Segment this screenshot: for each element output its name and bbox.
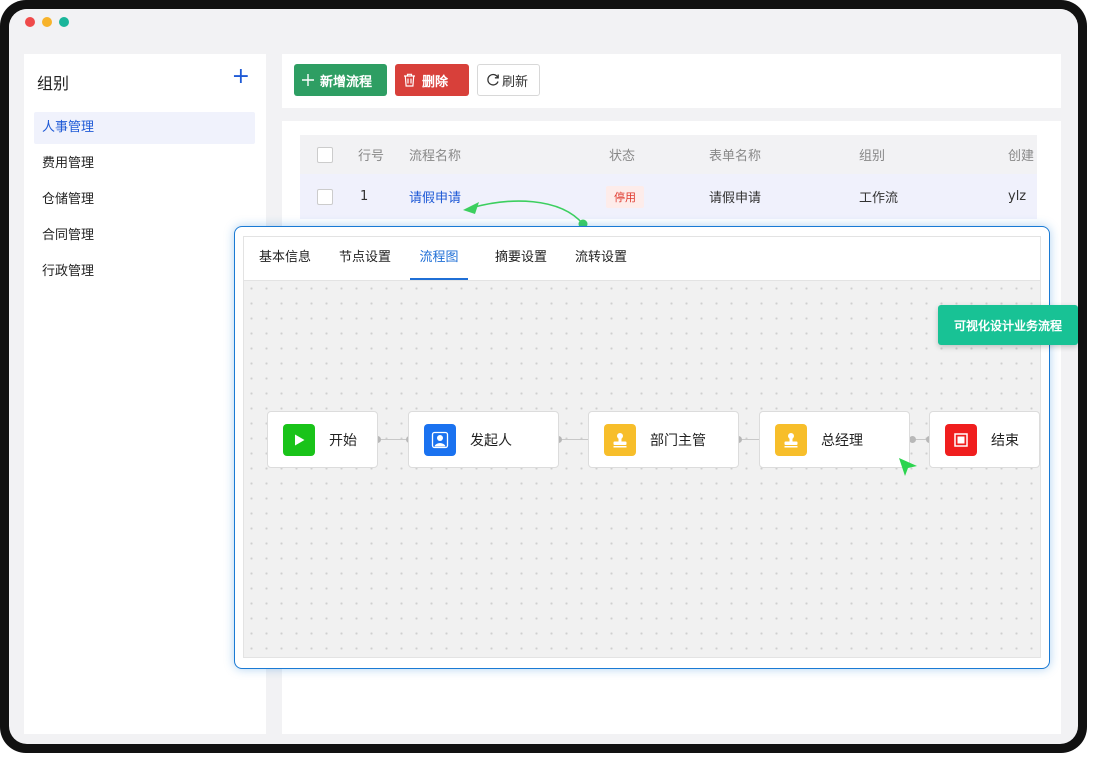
flow-designer-dialog: 基本信息 节点设置 流程图 摘要设置 流转设置 开始 发起人 部门主管 总经理 … bbox=[234, 226, 1050, 669]
group-name: 工作流 bbox=[859, 191, 899, 206]
group-list: 人事管理 费用管理 仓储管理 合同管理 行政管理 bbox=[34, 112, 255, 292]
flow-node-initiator[interactable]: 发起人 bbox=[408, 411, 559, 468]
tab-flow-chart[interactable]: 流程图 bbox=[410, 237, 468, 280]
cursor-icon bbox=[899, 458, 917, 476]
tab-basic-info[interactable]: 基本信息 bbox=[248, 237, 322, 280]
delete-label: 删除 bbox=[422, 74, 449, 90]
maximize-window-dot[interactable] bbox=[59, 17, 69, 27]
column-header-flow-name: 流程名称 bbox=[409, 149, 462, 164]
form-name: 请假申请 bbox=[709, 191, 762, 206]
flow-node-label: 部门主管 bbox=[650, 432, 706, 449]
sidebar-item-expenses[interactable]: 费用管理 bbox=[34, 148, 255, 180]
flow-node-label: 开始 bbox=[329, 432, 357, 449]
delete-button[interactable]: 删除 bbox=[395, 64, 469, 96]
flow-node-label: 结束 bbox=[991, 432, 1019, 449]
refresh-label: 刷新 bbox=[502, 74, 529, 90]
approver-icon bbox=[775, 423, 807, 456]
add-flow-button[interactable]: 新增流程 bbox=[294, 64, 387, 96]
column-header-group: 组别 bbox=[859, 149, 886, 164]
row-checkbox[interactable] bbox=[317, 188, 333, 205]
flow-node-start[interactable]: 开始 bbox=[267, 411, 378, 468]
column-header-row-number: 行号 bbox=[358, 149, 385, 164]
close-window-dot[interactable] bbox=[25, 17, 35, 27]
title-bar bbox=[9, 9, 1078, 39]
column-header-form-name: 表单名称 bbox=[709, 149, 762, 164]
status-badge: 停用 bbox=[606, 185, 644, 208]
column-header-status: 状态 bbox=[609, 149, 636, 164]
sidebar-item-admin[interactable]: 行政管理 bbox=[34, 256, 255, 288]
flow-node-general-manager[interactable]: 总经理 bbox=[759, 411, 910, 468]
approver-icon bbox=[604, 423, 636, 456]
dialog-tabs: 基本信息 节点设置 流程图 摘要设置 流转设置 bbox=[243, 236, 1041, 280]
flow-canvas[interactable]: 开始 发起人 部门主管 总经理 结束 bbox=[243, 280, 1041, 658]
table-row[interactable]: 1 请假申请 停用 请假申请 工作流 ylz bbox=[300, 174, 1037, 219]
sidebar-item-warehouse[interactable]: 仓储管理 bbox=[34, 184, 255, 216]
connector-line bbox=[558, 439, 590, 440]
flow-node-label: 发起人 bbox=[470, 432, 512, 449]
user-icon bbox=[424, 423, 456, 456]
tab-summary-settings[interactable]: 摘要设置 bbox=[484, 237, 558, 280]
minimize-window-dot[interactable] bbox=[42, 17, 52, 27]
flow-node-label: 总经理 bbox=[821, 432, 863, 449]
flow-table: 行号 流程名称 状态 表单名称 组别 创建 1 请假申请 停用 请假申请 工作流… bbox=[300, 135, 1037, 219]
flow-node-end[interactable]: 结束 bbox=[929, 411, 1040, 468]
add-flow-label: 新增流程 bbox=[320, 74, 373, 90]
feature-badge: 可视化设计业务流程 bbox=[938, 305, 1078, 345]
tab-transfer-settings[interactable]: 流转设置 bbox=[564, 237, 638, 280]
select-all-checkbox[interactable] bbox=[317, 146, 333, 163]
connector-line bbox=[377, 439, 409, 440]
play-icon bbox=[283, 423, 315, 456]
column-header-created: 创建 bbox=[1008, 149, 1035, 164]
stop-icon bbox=[945, 423, 977, 456]
connector-port[interactable] bbox=[909, 436, 916, 443]
toolbar: 新增流程 删除 刷新 bbox=[282, 54, 1061, 108]
sidebar-item-hr[interactable]: 人事管理 bbox=[34, 112, 255, 144]
flow-node-dept-manager[interactable]: 部门主管 bbox=[588, 411, 739, 468]
row-number: 1 bbox=[360, 189, 369, 204]
flow-name-link[interactable]: 请假申请 bbox=[409, 174, 461, 219]
plus-icon bbox=[302, 74, 314, 86]
add-group-icon[interactable]: + bbox=[232, 66, 250, 88]
refresh-button[interactable]: 刷新 bbox=[477, 64, 540, 96]
creator-name: ylz bbox=[1008, 189, 1027, 204]
table-header: 行号 流程名称 状态 表单名称 组别 创建 bbox=[300, 135, 1037, 174]
sidebar-item-contracts[interactable]: 合同管理 bbox=[34, 220, 255, 252]
trash-icon bbox=[403, 73, 416, 87]
refresh-icon bbox=[486, 73, 500, 87]
group-sidebar: 组别 + 人事管理 费用管理 仓储管理 合同管理 行政管理 bbox=[24, 54, 266, 734]
tab-node-settings[interactable]: 节点设置 bbox=[328, 237, 402, 280]
sidebar-title: 组别 bbox=[37, 74, 70, 93]
